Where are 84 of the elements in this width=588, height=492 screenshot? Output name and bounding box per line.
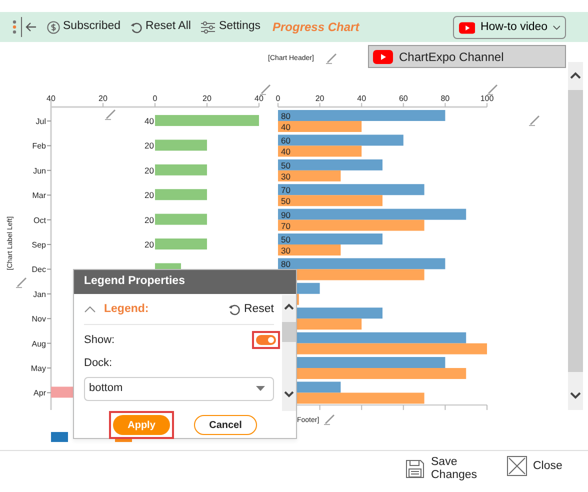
data-label: 40 <box>281 122 290 132</box>
chevron-up-icon <box>570 72 581 79</box>
category-label: May <box>30 364 46 373</box>
dollar-icon <box>47 20 60 34</box>
tick-label: 20 <box>202 94 212 103</box>
tick-label: 0 <box>152 94 158 103</box>
reset-button[interactable]: Reset <box>228 300 274 318</box>
chevron-up-icon <box>284 303 294 310</box>
caret-icon <box>256 386 265 391</box>
data-label: 20 <box>144 165 154 176</box>
pencil-icon <box>323 412 336 425</box>
category-label: Apr <box>34 388 46 398</box>
field-label: Dock: <box>84 356 112 371</box>
close-button[interactable]: Close <box>507 456 567 476</box>
data-label: 50 <box>281 160 290 170</box>
data-label: 30 <box>281 246 290 256</box>
toolbar-button[interactable]: Subscribed <box>47 18 121 36</box>
category-label: Jul <box>36 117 46 126</box>
tick-label: 0 <box>276 94 280 103</box>
toolbar-button[interactable]: Settings <box>200 18 260 36</box>
scrollbar[interactable] <box>282 295 296 411</box>
video-play-icon <box>459 20 476 34</box>
more-icon <box>12 20 17 34</box>
save-button[interactable]: Save Changes <box>405 456 500 482</box>
video-play-icon <box>373 50 393 64</box>
cancel-button[interactable]: Cancel <box>194 415 257 435</box>
category-label: Jan <box>33 290 46 299</box>
data-label: 50 <box>281 234 290 244</box>
data-label: 40 <box>281 146 290 157</box>
category-label: Mar <box>32 191 46 200</box>
menu-item[interactable]: ChartExpo Channel <box>368 45 566 68</box>
data-label: 20 <box>144 240 154 250</box>
scroll-thumb[interactable] <box>282 322 296 342</box>
pencil-icon <box>325 51 338 64</box>
undo-icon <box>228 303 241 316</box>
data-label: 50 <box>281 196 290 206</box>
back-arrow-icon <box>25 21 37 33</box>
data-label: 70 <box>281 185 290 196</box>
tick-label: 20 <box>98 94 108 103</box>
caret-icon <box>552 24 560 30</box>
data-label: 70 <box>281 220 290 231</box>
pencil-icon <box>104 107 117 120</box>
dock-select[interactable]: bottom <box>84 376 274 400</box>
category-label: Aug <box>32 339 46 348</box>
tick-label: 40 <box>46 94 56 103</box>
data-label: 20 <box>144 214 154 225</box>
category-label: Feb <box>32 142 46 151</box>
data-label: 80 <box>281 259 290 270</box>
data-label: 20 <box>144 140 154 151</box>
save-icon <box>405 458 425 479</box>
data-label: 30 <box>281 171 290 182</box>
category-label: Oct <box>34 216 46 225</box>
toggle-switch[interactable] <box>256 335 276 345</box>
close-icon <box>507 456 527 476</box>
category-label: Sep <box>32 240 46 250</box>
dialog-title: Legend Properties <box>74 270 296 294</box>
category-label: Jun <box>33 166 46 176</box>
toolbar-button[interactable]: Reset All <box>130 18 191 36</box>
chevron-down-icon <box>570 392 581 399</box>
pencil-icon <box>486 82 499 95</box>
data-label: 20 <box>144 190 154 200</box>
undo-icon <box>130 20 143 34</box>
category-label: Nov <box>32 314 46 324</box>
category-label: Dec <box>32 265 46 274</box>
tick-label: 100 <box>480 94 494 103</box>
data-label: 40 <box>144 116 154 126</box>
sliders-icon <box>200 20 216 34</box>
data-label: 60 <box>281 136 290 146</box>
pencil-icon <box>528 113 541 126</box>
tick-label: 40 <box>254 94 264 103</box>
scroll-thumb[interactable] <box>568 90 583 372</box>
video-dropdown[interactable]: How-to video <box>453 16 566 39</box>
tick-label: 40 <box>357 94 366 103</box>
tick-label: 20 <box>315 94 324 103</box>
scrollbar[interactable] <box>568 62 583 410</box>
chevron-down-icon <box>284 391 294 398</box>
data-label: 90 <box>281 210 290 220</box>
data-label: 80 <box>281 111 290 121</box>
field-label: Show: <box>84 332 115 348</box>
tick-label: 60 <box>398 94 408 103</box>
pencil-icon <box>15 275 28 288</box>
tick-label: 80 <box>440 94 450 103</box>
pencil-icon <box>259 82 272 95</box>
chart-title: Progress Chart <box>272 19 360 36</box>
